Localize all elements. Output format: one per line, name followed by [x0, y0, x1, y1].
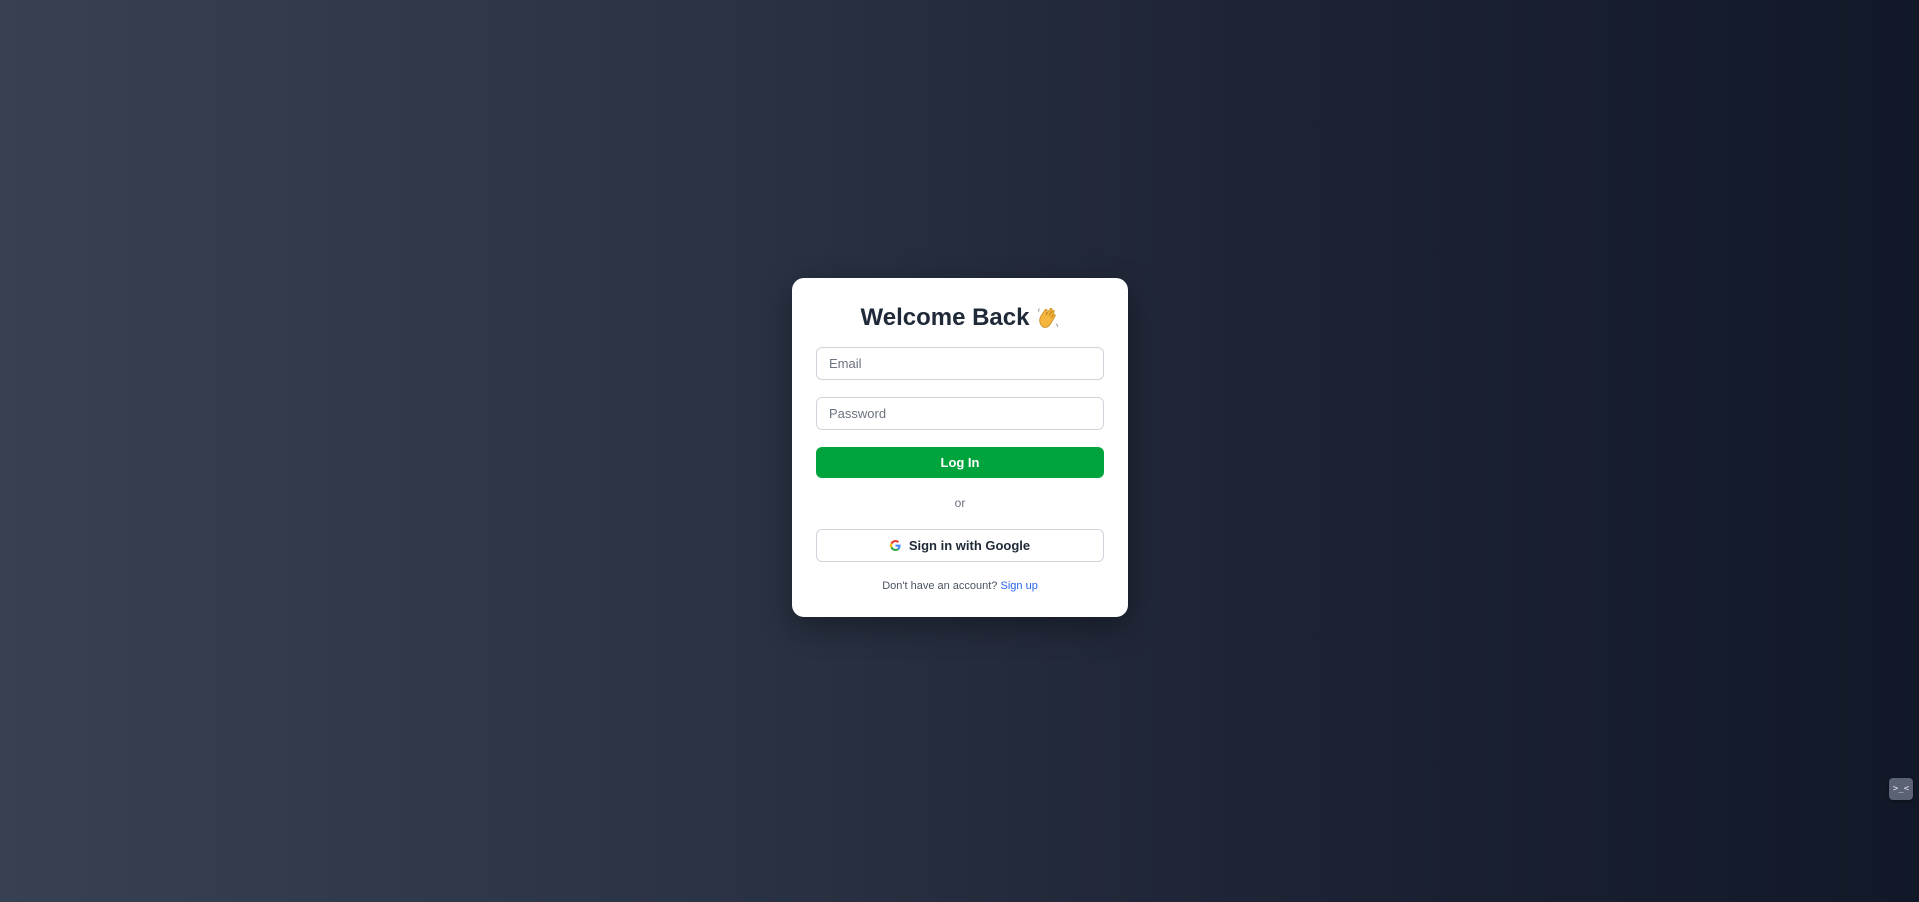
- terminal-icon[interactable]: >_<: [1889, 778, 1913, 800]
- google-signin-label: Sign in with Google: [908, 538, 1031, 553]
- google-signin-button[interactable]: Sign in with Google: [816, 529, 1104, 562]
- password-input[interactable]: [816, 397, 1104, 430]
- email-input[interactable]: [816, 347, 1104, 380]
- signup-row: Don't have an account? Sign up: [816, 579, 1104, 593]
- login-title-text: Welcome Back: [860, 304, 1030, 331]
- login-button[interactable]: Log In: [816, 447, 1104, 478]
- or-divider: or: [954, 496, 966, 510]
- corner-widget-label: >_<: [1892, 784, 1910, 794]
- signup-link[interactable]: Sign up: [1001, 580, 1038, 592]
- login-card: Welcome Back Log In or Sign in with Goog…: [792, 278, 1128, 617]
- waving-hand-icon: [1037, 306, 1059, 330]
- signup-prompt: Don't have an account?: [882, 580, 998, 592]
- google-icon: [889, 540, 901, 551]
- login-title: Welcome Back: [816, 302, 1104, 334]
